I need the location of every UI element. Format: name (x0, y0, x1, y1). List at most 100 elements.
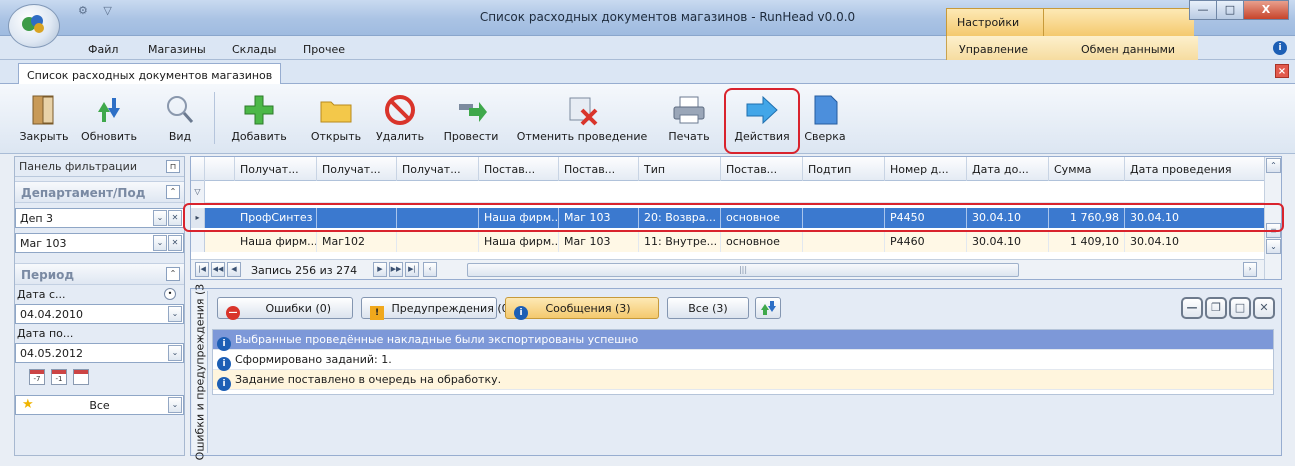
table-cell[interactable]: основное (721, 232, 803, 252)
settings-tab[interactable]: Настройки (946, 8, 1044, 36)
clear-icon[interactable]: ✕ (168, 235, 182, 251)
dropdown-icon[interactable]: ⌄ (153, 235, 167, 251)
date-from-field[interactable]: 04.04.2010 ⌄ (15, 304, 184, 324)
calendar-minus-1-icon[interactable]: -1 (51, 369, 67, 385)
column-header[interactable]: Подтип (803, 157, 885, 181)
calendar-today-icon[interactable] (73, 369, 89, 385)
view-button[interactable]: Вид (160, 84, 200, 154)
pin-icon[interactable]: ⊓ (166, 160, 180, 173)
export-messages-button[interactable] (755, 297, 781, 319)
close-window-button[interactable]: X (1243, 0, 1289, 20)
print-button[interactable]: Печать (660, 84, 718, 154)
clear-icon[interactable]: ✕ (168, 210, 182, 226)
open-button[interactable]: Открыть (306, 84, 366, 154)
scroll-right-icon[interactable]: › (1243, 262, 1257, 277)
warnings-filter-button[interactable]: ! Предупреждения (0) (361, 297, 513, 320)
menu-stores[interactable]: Магазины (148, 43, 206, 56)
table-cell[interactable]: Маг102 (317, 232, 397, 252)
group-department[interactable]: Департамент/Под ⌃ (15, 181, 184, 203)
column-header[interactable]: Сумма (1049, 157, 1125, 181)
menu-file[interactable]: Файл (88, 43, 118, 56)
refresh-button[interactable]: Обновить (76, 84, 142, 154)
menu-other[interactable]: Прочее (303, 43, 345, 56)
column-header[interactable]: Дата проведения (1125, 157, 1265, 181)
minimize-button[interactable]: — (1189, 0, 1217, 20)
dropdown-icon[interactable]: ⌄ (168, 306, 182, 322)
grid-filter-row[interactable]: ▽ (191, 181, 1265, 203)
panel-minimize-icon[interactable]: — (1181, 297, 1203, 319)
reconcile-button[interactable]: Сверка (800, 84, 850, 154)
close-button[interactable]: Закрыть (14, 84, 74, 154)
column-header[interactable]: Постав... (479, 157, 559, 181)
cancel-posting-button[interactable]: Отменить проведение (512, 84, 652, 154)
maximize-button[interactable]: □ (1216, 0, 1244, 20)
prev-record-icon[interactable]: ◀ (227, 262, 241, 277)
store-combo[interactable]: Маг 103 ⌄ ✕ (15, 233, 184, 253)
calendar-minus-7-icon[interactable]: -7 (29, 369, 45, 385)
table-cell[interactable]: Наша фирм... (235, 232, 317, 252)
app-menu-button[interactable] (8, 4, 60, 48)
scroll-left-icon[interactable]: ‹ (423, 262, 437, 277)
list-item[interactable]: i Сформировано заданий: 1. (213, 350, 1273, 371)
column-header[interactable]: Получат... (235, 157, 317, 181)
scroll-up-icon[interactable]: ⌃ (1266, 158, 1281, 173)
column-header[interactable]: Номер д... (885, 157, 967, 181)
group-period[interactable]: Период ⌃ (15, 263, 184, 285)
last-record-icon[interactable]: ▶| (405, 262, 419, 277)
menu-warehouses[interactable]: Склады (232, 43, 276, 56)
menu-management[interactable]: Управление (959, 43, 1028, 56)
messages-panel-title: Ошибки и предупреждения (3 (192, 284, 208, 460)
next-page-icon[interactable]: ▶▶ (389, 262, 403, 277)
messages-filter-button[interactable]: i Сообщения (3) (505, 297, 659, 320)
table-cell[interactable] (397, 232, 479, 252)
department-combo[interactable]: Деп 3 ⌄ ✕ (15, 208, 184, 228)
collapse-icon[interactable]: ⌃ (166, 185, 180, 199)
table-cell[interactable]: 11: Внутре... (639, 232, 721, 252)
table-cell[interactable]: Р4460 (885, 232, 967, 252)
table-cell[interactable]: 30.04.10 (967, 232, 1049, 252)
date-to-field[interactable]: 04.05.2012 ⌄ (15, 343, 184, 363)
table-cell[interactable]: 30.04.10 (1125, 232, 1265, 252)
tab-store-expense-docs[interactable]: Список расходных документов магазинов (18, 63, 282, 85)
favorites-combo[interactable]: ★ Все ⌄ (15, 395, 184, 415)
favorites-value: Все (89, 399, 110, 412)
close-tab-icon[interactable]: × (1275, 64, 1289, 78)
horizontal-scrollbar[interactable]: ||| (467, 263, 1019, 277)
column-header[interactable]: Получат... (397, 157, 479, 181)
prev-page-icon[interactable]: ◀◀ (211, 262, 225, 277)
table-cell[interactable] (803, 232, 885, 252)
column-header[interactable]: Тип (639, 157, 721, 181)
table-row[interactable]: Наша фирм... Маг102 Наша фирм... Маг 103… (191, 232, 1265, 252)
table-cell[interactable]: Наша фирм... (479, 232, 559, 252)
department-value: Деп 3 (20, 212, 54, 225)
column-header[interactable]: Получат... (317, 157, 397, 181)
panel-maximize-icon[interactable]: □ (1229, 297, 1251, 319)
help-icon[interactable]: i (1273, 41, 1287, 55)
all-filter-button[interactable]: Все (3) (667, 297, 749, 319)
panel-restore-icon[interactable]: ❐ (1205, 297, 1227, 319)
panel-close-icon[interactable]: ✕ (1253, 297, 1275, 319)
collapse-icon[interactable]: ⌃ (166, 267, 180, 281)
post-button[interactable]: Провести (438, 84, 504, 154)
column-header[interactable]: Постав... (721, 157, 803, 181)
first-record-icon[interactable]: |◀ (195, 262, 209, 277)
errors-filter-button[interactable]: — Ошибки (0) (217, 297, 353, 320)
delete-button[interactable]: Удалить (370, 84, 430, 154)
dropdown-icon[interactable]: ⌄ (168, 397, 182, 413)
next-record-icon[interactable]: ▶ (373, 262, 387, 277)
table-cell[interactable]: 1 409,10 (1049, 232, 1125, 252)
list-item[interactable]: i Задание поставлено в очередь на обработ… (213, 370, 1273, 391)
radio-icon[interactable]: • (164, 288, 176, 300)
list-item[interactable]: i Выбранные проведённые накладные были эк… (213, 330, 1273, 351)
post-arrow-icon (453, 92, 489, 128)
table-cell[interactable]: Маг 103 (559, 232, 639, 252)
calendar-shortcuts: -7 -1 (15, 363, 184, 391)
actions-highlight-frame (724, 88, 800, 154)
scroll-down-icon[interactable]: ⌄ (1266, 239, 1281, 254)
dropdown-icon[interactable]: ⌄ (153, 210, 167, 226)
dropdown-icon[interactable]: ⌄ (168, 345, 182, 361)
column-header[interactable]: Постав... (559, 157, 639, 181)
menu-data-exchange[interactable]: Обмен данными (1081, 43, 1175, 56)
add-button[interactable]: Добавить (228, 84, 290, 154)
column-header[interactable]: Дата до... (967, 157, 1049, 181)
